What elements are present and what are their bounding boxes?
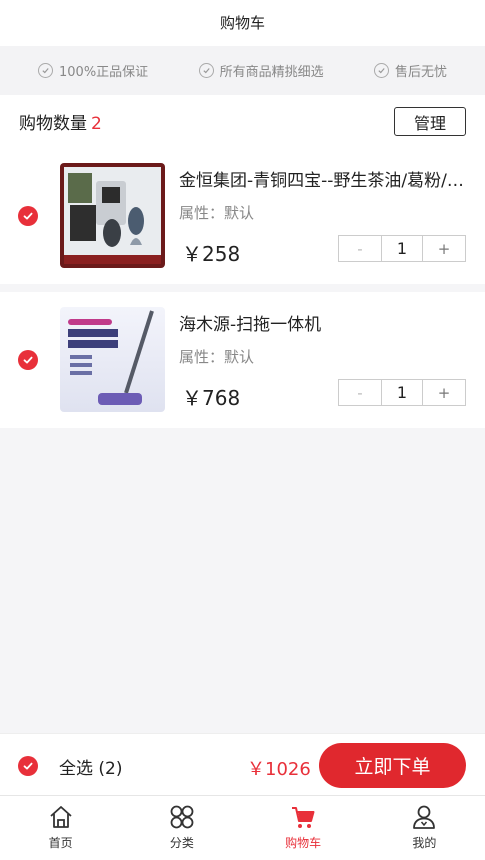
place-order-button[interactable]: 立即下单 xyxy=(319,743,466,788)
cart-count: 2 xyxy=(91,114,102,134)
page-title: 购物车 xyxy=(0,0,485,46)
check-circle-icon xyxy=(38,63,53,78)
tab-home[interactable]: 首页 xyxy=(0,796,121,860)
manage-button[interactable]: 管理 xyxy=(394,107,466,136)
product-image[interactable] xyxy=(60,307,165,412)
product-title[interactable]: 海木源-扫拖一体机 xyxy=(179,310,469,335)
quantity-stepper: - 1 + xyxy=(338,235,466,262)
cart-summary: 购物数量 2 管理 xyxy=(0,95,485,148)
guarantee-label: 100%正品保证 xyxy=(59,65,149,80)
select-all-checkbox[interactable] xyxy=(18,756,38,776)
tab-category[interactable]: 分类 xyxy=(121,796,242,860)
home-icon xyxy=(50,806,72,828)
guarantee-authentic: 100%正品保证 xyxy=(38,61,148,80)
increase-button[interactable]: + xyxy=(423,236,465,261)
cart-item: 金恒集团-青铜四宝--野生茶油/葛粉/蜂蜜/… 属性：默认 ￥258 - 1 + xyxy=(0,148,485,284)
quantity-input[interactable]: 1 xyxy=(381,236,423,261)
increase-button[interactable]: + xyxy=(423,380,465,405)
product-price: ￥768 xyxy=(182,386,241,410)
product-price: ￥258 xyxy=(182,242,241,266)
guarantee-label: 所有商品精挑细选 xyxy=(219,65,324,80)
cart-item: 海木源-扫拖一体机 属性：默认 ￥768 - 1 + xyxy=(0,292,485,428)
tab-label: 购物车 xyxy=(285,836,322,850)
total-price: ￥1026 xyxy=(247,759,311,780)
product-attribute: 属性：默认 xyxy=(179,204,255,222)
product-attribute: 属性：默认 xyxy=(179,348,255,366)
cart-count-label: 购物数量 2 xyxy=(19,109,102,134)
check-icon xyxy=(23,762,33,770)
guarantee-selected: 所有商品精挑细选 xyxy=(198,61,324,80)
guarantee-label: 售后无忧 xyxy=(394,65,447,80)
checkout-bar: 全选 (2) ￥1026 立即下单 xyxy=(0,733,485,795)
category-icon xyxy=(170,805,194,829)
select-all-label[interactable]: 全选 (2) xyxy=(59,754,122,779)
quantity-input[interactable]: 1 xyxy=(381,380,423,405)
tab-cart[interactable]: 购物车 xyxy=(243,796,364,860)
tab-label: 分类 xyxy=(169,836,194,850)
user-icon xyxy=(413,805,436,829)
product-image[interactable] xyxy=(60,163,165,268)
bottom-tab-bar: 首页 分类 购物车 我的 xyxy=(0,795,485,860)
quantity-stepper: - 1 + xyxy=(338,379,466,406)
item-checkbox[interactable] xyxy=(18,206,38,226)
tab-label: 我的 xyxy=(412,836,437,850)
tab-label: 首页 xyxy=(48,836,73,850)
product-title[interactable]: 金恒集团-青铜四宝--野生茶油/葛粉/蜂蜜/… xyxy=(179,166,469,191)
check-circle-icon xyxy=(198,63,214,78)
item-checkbox[interactable] xyxy=(18,350,38,370)
check-icon xyxy=(23,212,33,220)
decrease-button[interactable]: - xyxy=(339,380,381,405)
tab-profile[interactable]: 我的 xyxy=(364,796,485,860)
cart-icon xyxy=(292,807,315,828)
cart-count-text: 购物数量 xyxy=(19,114,87,134)
guarantee-aftersale: 售后无忧 xyxy=(373,61,447,80)
check-icon xyxy=(23,356,33,364)
guarantee-bar: 100%正品保证 所有商品精挑细选 售后无忧 xyxy=(0,46,485,95)
decrease-button[interactable]: - xyxy=(339,236,381,261)
check-circle-icon xyxy=(373,63,389,78)
